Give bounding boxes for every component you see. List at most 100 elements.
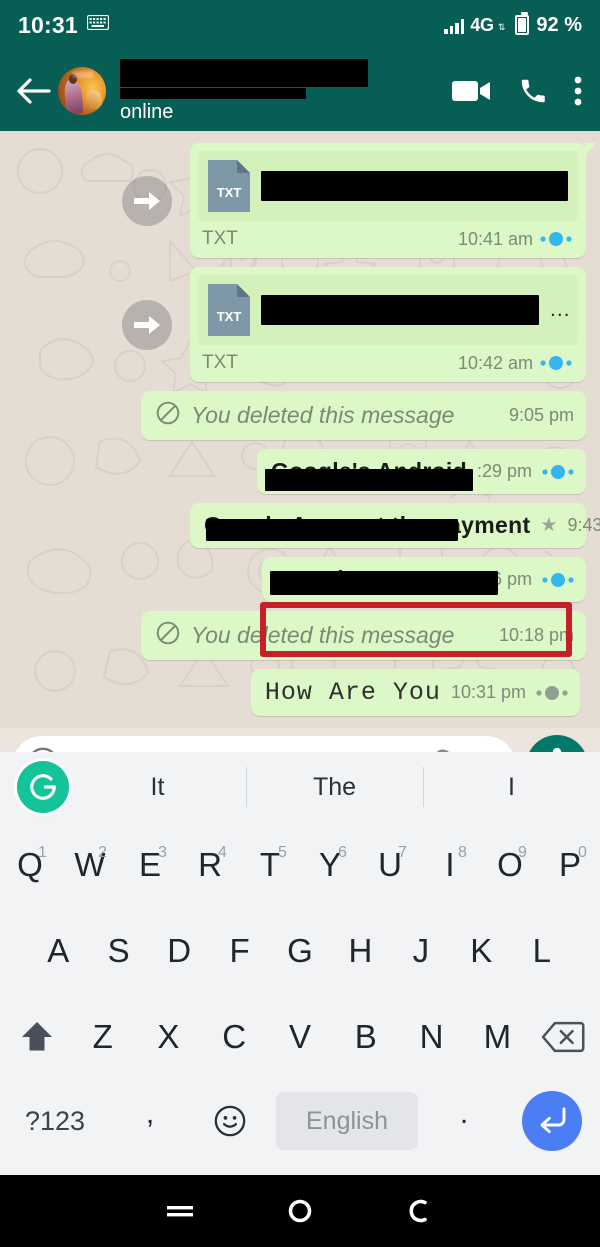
shift-icon[interactable] (4, 1019, 70, 1055)
suggestion-item[interactable]: I (423, 773, 600, 802)
key-number-hint: 5 (278, 844, 287, 861)
key-o[interactable]: 9O (480, 844, 540, 884)
key-w[interactable]: 2W (60, 844, 120, 884)
recent-apps-icon[interactable] (150, 1181, 210, 1241)
key-y[interactable]: 6Y (300, 844, 360, 884)
message-time: 10:42 am (457, 352, 533, 373)
signal-bars-icon (444, 17, 465, 34)
key-c[interactable]: C (201, 1018, 267, 1056)
read-receipt-read-icon (540, 355, 572, 371)
deleted-message-bubble[interactable]: You deleted this message 10:18 pm (141, 611, 586, 660)
status-bar-right: 4G ⇅ 92 % (444, 12, 582, 37)
key-q[interactable]: 1Q (0, 844, 60, 884)
key-p[interactable]: 0P (540, 844, 600, 884)
keyboard-row-1: 1Q 2W 3E 4R 5T 6Y 7U 8I 9O 0P (0, 822, 600, 908)
txt-file-icon: TXT (208, 160, 250, 212)
status-clock: 10:31 (18, 11, 78, 38)
deleted-message-icon (155, 620, 181, 651)
battery-icon (515, 12, 530, 35)
text-message-bubble[interactable]: Google's Android :29 pm (257, 449, 586, 494)
document-message-bubble[interactable]: TXT TXT 10:41 am (190, 143, 596, 258)
key-s[interactable]: S (88, 932, 148, 970)
virtual-keyboard: It The I 1Q 2W 3E 4R 5T 6Y 7U 8I 9O 0P A… (0, 752, 600, 1175)
more-options-icon[interactable] (574, 75, 582, 107)
deleted-message-bubble[interactable]: You deleted this message 9:05 pm (141, 391, 586, 440)
chat-message-list[interactable]: 42 (0, 131, 600, 728)
key-h[interactable]: H (330, 932, 390, 970)
key-f[interactable]: F (209, 932, 269, 970)
home-icon[interactable] (270, 1181, 330, 1241)
suggestion-item[interactable]: It (69, 773, 246, 802)
message-meta: TXT 10:42 am (198, 345, 578, 382)
message-time: 9:43 pm (567, 515, 600, 535)
text-message-bubble[interactable]: How Are You 10:31 pm (250, 669, 580, 716)
contact-info[interactable]: online (120, 58, 446, 123)
key-period[interactable]: . (424, 1097, 504, 1145)
system-navigation-bar (0, 1175, 600, 1247)
enter-icon (522, 1091, 582, 1151)
phone-call-icon[interactable] (518, 76, 548, 106)
document-type-label: TXT (202, 228, 238, 249)
backspace-icon[interactable] (530, 1020, 596, 1054)
text-message-bubble[interactable]: Google Account the payment ★ 9:43 pm (190, 503, 600, 548)
message-text: How Are You (264, 678, 441, 707)
message-row: TXT TXT 10:41 am (14, 143, 596, 258)
key-symbols[interactable]: ?123 (0, 1106, 110, 1137)
contact-name-redacted-tail (120, 87, 306, 99)
message-redaction-bar (206, 519, 458, 541)
deleted-message-text: You deleted this message (191, 402, 455, 428)
back-button[interactable] (12, 69, 56, 113)
key-j[interactable]: J (391, 932, 451, 970)
key-v[interactable]: V (267, 1018, 333, 1056)
key-m[interactable]: M (464, 1018, 530, 1056)
emoji-key-icon[interactable] (190, 1104, 270, 1138)
nav-back-icon[interactable] (390, 1181, 450, 1241)
message-meta: TXT 10:41 am (198, 221, 578, 258)
keyboard-row-4: ?123 , English . (0, 1080, 600, 1162)
video-call-icon[interactable] (452, 78, 492, 104)
key-enter[interactable] (504, 1091, 600, 1151)
key-i[interactable]: 8I (420, 844, 480, 884)
key-number-hint: 9 (518, 844, 527, 861)
message-row: Google Account the payment ★ 9:43 pm (14, 503, 600, 548)
text-message-bubble[interactable]: Google Account 9:46 pm (261, 557, 586, 602)
key-n[interactable]: N (399, 1018, 465, 1056)
forwarded-arrow-icon (122, 175, 172, 226)
meta-right: 10:41 am (458, 229, 572, 250)
key-t[interactable]: 5T (240, 844, 300, 884)
network-arrows-icon: ⇅ (497, 21, 506, 32)
grammarly-logo-icon[interactable] (17, 761, 69, 813)
header-actions (452, 75, 582, 107)
key-b[interactable]: B (333, 1018, 399, 1056)
key-d[interactable]: D (149, 932, 209, 970)
document-filename-redacted (261, 295, 539, 325)
suggestions: It The I (69, 752, 600, 822)
suggestion-item[interactable]: The (246, 773, 423, 802)
deleted-message-icon (155, 400, 181, 431)
key-r[interactable]: 4R (180, 844, 240, 884)
key-number-hint: 4 (218, 844, 227, 861)
keyboard-icon (86, 14, 109, 35)
key-space[interactable]: English (276, 1092, 418, 1150)
key-number-hint: 8 (458, 844, 467, 861)
key-g[interactable]: G (270, 932, 330, 970)
key-u[interactable]: 7U (360, 844, 420, 884)
message-row: How Are You 10:31 pm (14, 669, 586, 716)
document-message-bubble[interactable]: TXT ... TXT 10:42 am (190, 267, 586, 382)
key-number-hint: 0 (578, 844, 587, 861)
message-redaction-bar (269, 571, 498, 595)
key-e[interactable]: 3E (120, 844, 180, 884)
key-comma[interactable]: , (110, 1097, 190, 1145)
message-time: 9:05 pm (508, 405, 574, 425)
key-number-hint: 2 (98, 844, 107, 861)
key-z[interactable]: Z (70, 1018, 136, 1056)
svg-text:TXT: TXT (217, 185, 242, 200)
document-type-label: TXT (202, 352, 238, 373)
chat-header: online (0, 50, 600, 131)
avatar[interactable] (58, 66, 106, 115)
key-k[interactable]: K (451, 932, 511, 970)
key-x[interactable]: X (136, 1018, 202, 1056)
keyboard-row-3: Z X C V B N M (0, 994, 600, 1080)
key-l[interactable]: L (512, 932, 572, 970)
key-a[interactable]: A (28, 932, 88, 970)
